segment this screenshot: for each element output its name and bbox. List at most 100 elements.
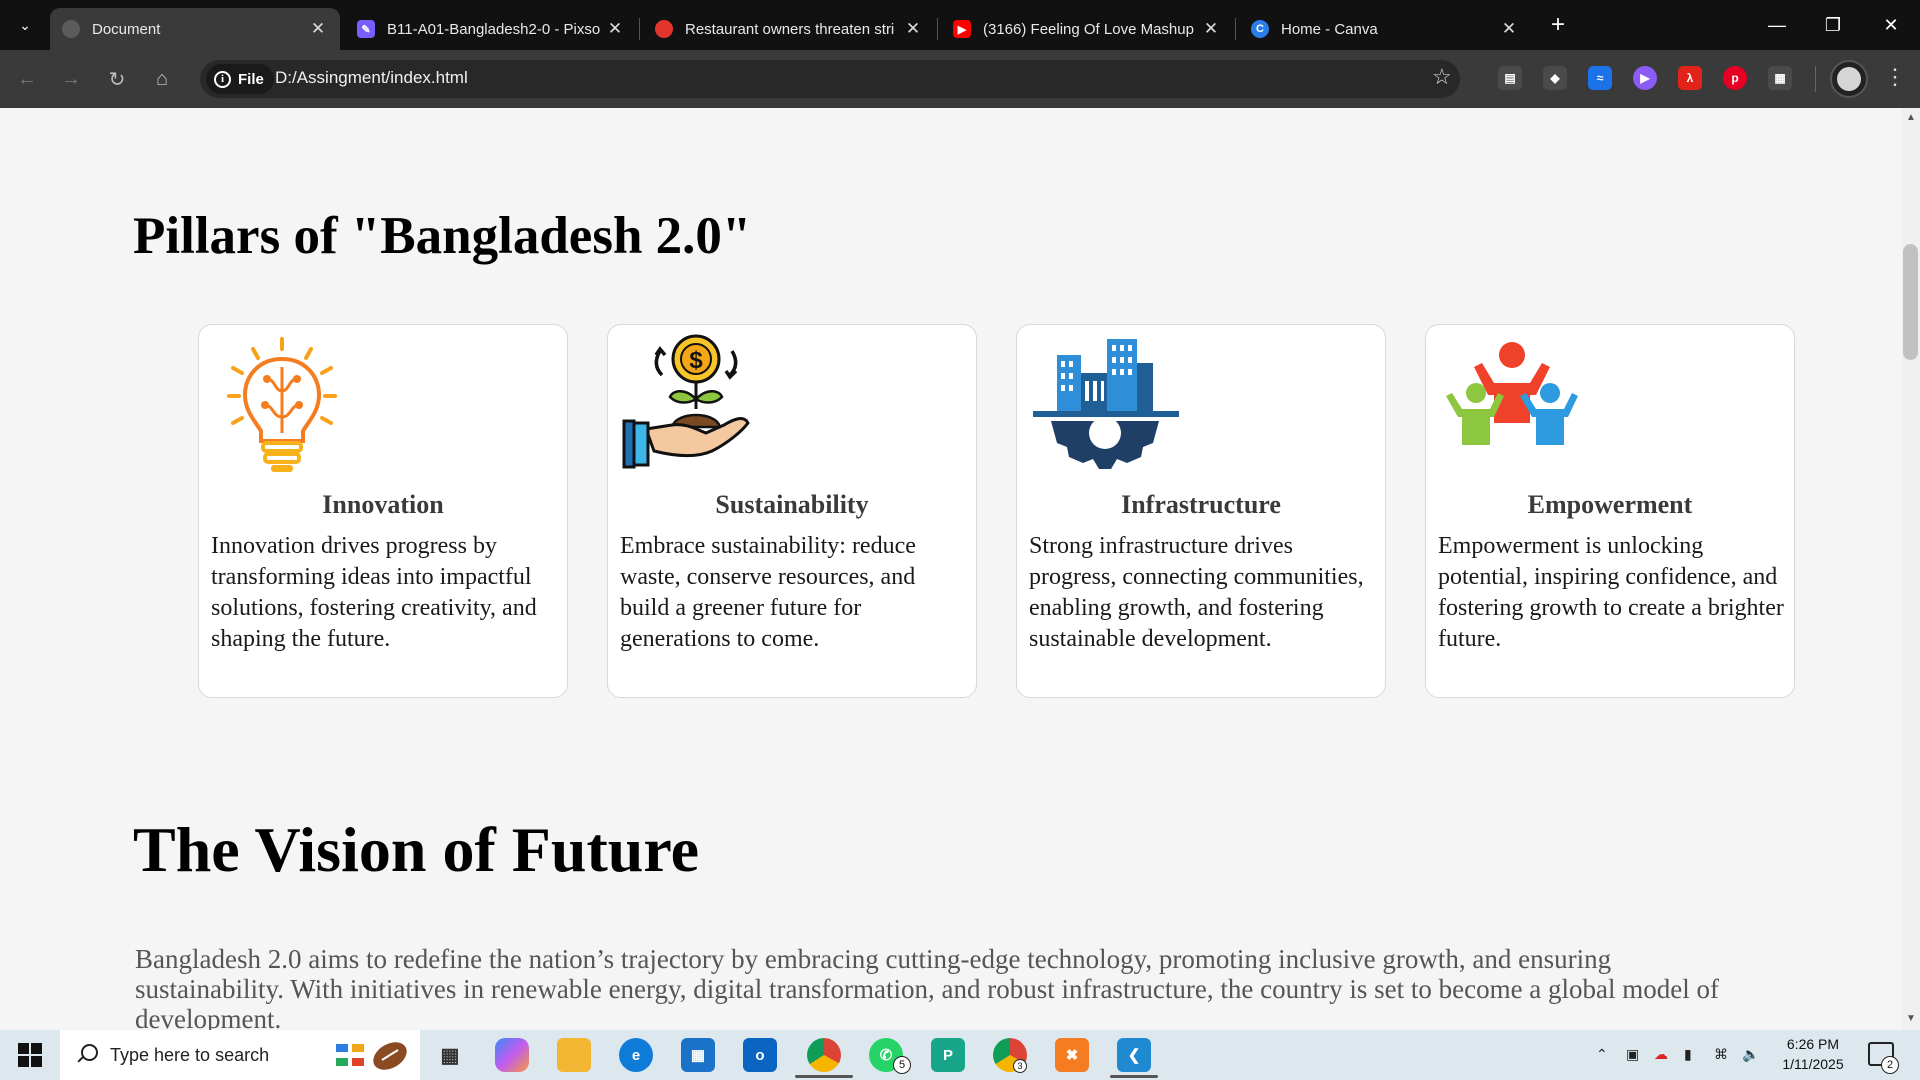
active-app-indicator	[795, 1075, 853, 1078]
scheme-label: File	[238, 70, 264, 88]
tab-title: (3166) Feeling Of Love Mashup	[983, 20, 1194, 38]
wave-extension-icon[interactable]: ≈	[1588, 66, 1612, 90]
notification-count-badge: 2	[1881, 1056, 1899, 1074]
scroll-down-arrow-icon[interactable]: ▼	[1905, 1013, 1917, 1024]
minimize-icon[interactable]: —	[1752, 8, 1802, 42]
onedrive-error-icon[interactable]: ☁	[1654, 1046, 1668, 1063]
globe-icon	[62, 20, 80, 38]
vscode-icon[interactable]: ❮	[1117, 1038, 1151, 1072]
tab-news[interactable]: Restaurant owners threaten stri ✕	[643, 8, 935, 50]
forward-arrow-icon[interactable]: →	[56, 64, 86, 94]
close-window-icon[interactable]: ✕	[1866, 8, 1916, 42]
home-icon[interactable]: ⌂	[147, 64, 177, 94]
city-gear-icon	[1033, 339, 1179, 469]
vision-heading: The Vision of Future	[133, 814, 699, 885]
pillar-card-sustainability: $ Sustainability Embrace sustainability:…	[607, 324, 977, 698]
page-viewport: Pillars of "Bangladesh 2.0" Innovation I…	[0, 108, 1902, 1030]
show-hidden-icons-chevron-icon[interactable]: ⌃	[1596, 1046, 1608, 1063]
chrome-profile-badge: 3	[1013, 1059, 1027, 1073]
whatsapp-unread-badge: 5	[893, 1056, 911, 1074]
search-placeholder: Type here to search	[110, 1044, 270, 1065]
news-icon	[655, 20, 673, 38]
active-app-indicator	[1110, 1075, 1158, 1078]
back-arrow-icon[interactable]: ←	[12, 64, 42, 94]
info-icon: i	[214, 70, 231, 88]
translate-extension-icon[interactable]: ◆	[1543, 66, 1567, 90]
scroll-up-arrow-icon[interactable]: ▲	[1905, 112, 1917, 123]
card-description: Embrace sustainability: reduce waste, co…	[620, 533, 916, 652]
money-plant-hand-icon: $	[622, 334, 750, 469]
tab-youtube[interactable]: ▶ (3166) Feeling Of Love Mashup ✕	[941, 8, 1233, 50]
people-raised-arms-icon	[1446, 342, 1578, 445]
tab-divider	[1235, 18, 1236, 40]
tab-title: Home - Canva	[1281, 20, 1378, 38]
pillars-heading: Pillars of "Bangladesh 2.0"	[133, 207, 752, 265]
url-text[interactable]: D:/Assingment/index.html	[275, 68, 468, 88]
taskbar-search-box[interactable]: Type here to search	[60, 1030, 420, 1080]
wifi-icon[interactable]: ⌘	[1714, 1046, 1728, 1063]
vision-paragraph: Bangladesh 2.0 aims to redefine the nati…	[135, 944, 1720, 1030]
pinterest-extension-icon[interactable]: p	[1723, 66, 1747, 90]
tab-canva[interactable]: C Home - Canva ✕	[1239, 8, 1531, 50]
card-title: Sustainability	[715, 490, 869, 519]
volume-icon[interactable]: 🔈	[1742, 1046, 1759, 1063]
pillar-card-infrastructure: Infrastructure Strong infrastructure dri…	[1016, 324, 1386, 698]
battery-icon[interactable]: ▮	[1684, 1046, 1692, 1063]
tab-title: B11-A01-Bangladesh2-0 - Pixso	[387, 20, 601, 38]
lightbulb-brain-icon	[227, 337, 337, 472]
card-title: Innovation	[322, 490, 444, 519]
taskbar-clock[interactable]: 6:26 PM 1/11/2025	[1768, 1034, 1858, 1074]
restore-icon[interactable]: ❐	[1808, 8, 1858, 42]
task-view-icon[interactable]: ▦	[433, 1038, 467, 1072]
windows-start-icon[interactable]	[18, 1043, 42, 1067]
clock-date: 1/11/2025	[1782, 1056, 1844, 1072]
card-description: Empowerment is unlocking potential, insp…	[1438, 533, 1784, 652]
toolbar-divider	[1815, 66, 1816, 92]
copilot-icon[interactable]	[495, 1038, 529, 1072]
search-icon	[76, 1044, 98, 1066]
site-info-chip[interactable]: i File	[206, 64, 274, 94]
profile-avatar[interactable]	[1830, 60, 1868, 98]
close-tab-icon[interactable]: ✕	[1499, 19, 1519, 39]
new-tab-button[interactable]: +	[1543, 10, 1573, 40]
close-tab-icon[interactable]: ✕	[308, 19, 328, 39]
card-description: Strong infrastructure drives progress, c…	[1029, 533, 1364, 652]
tab-search-chevron-icon[interactable]: ⌄	[12, 12, 38, 38]
reading-mode-icon[interactable]: ▤	[1498, 66, 1522, 90]
close-tab-icon[interactable]: ✕	[605, 19, 625, 39]
tab-title: Document	[92, 20, 161, 38]
card-description: Innovation drives progress by transformi…	[211, 533, 537, 652]
tab-document[interactable]: Document ✕	[50, 8, 340, 50]
pdf-extension-icon[interactable]: λ	[1678, 66, 1702, 90]
tab-divider	[639, 18, 640, 40]
pillar-card-innovation: Innovation Innovation drives progress by…	[198, 324, 568, 698]
pillar-card-empowerment: Empowerment Empowerment is unlocking pot…	[1425, 324, 1795, 698]
youtube-icon: ▶	[953, 20, 971, 38]
scrollbar-thumb[interactable]	[1903, 244, 1918, 360]
card-title: Infrastructure	[1121, 490, 1281, 519]
kebab-menu-icon[interactable]: ⋮	[1884, 64, 1906, 90]
edge-icon[interactable]: e	[619, 1038, 653, 1072]
player-extension-icon[interactable]: ▶	[1633, 66, 1657, 90]
xampp-icon[interactable]: ✖	[1055, 1038, 1089, 1072]
chrome-icon[interactable]	[807, 1038, 841, 1072]
tab-divider	[937, 18, 938, 40]
close-tab-icon[interactable]: ✕	[1201, 19, 1221, 39]
puzzle-extensions-icon[interactable]: ▦	[1768, 66, 1792, 90]
pixso-icon: ✎	[357, 20, 375, 38]
phone-link-icon[interactable]: ▣	[1626, 1046, 1639, 1063]
svg-text:$: $	[689, 347, 703, 374]
microsoft-store-icon[interactable]: ▦	[681, 1038, 715, 1072]
close-tab-icon[interactable]: ✕	[903, 19, 923, 39]
tab-title: Restaurant owners threaten stri	[685, 20, 895, 38]
card-title: Empowerment	[1527, 490, 1693, 519]
reload-icon[interactable]: ↻	[102, 64, 132, 94]
bookmark-star-icon[interactable]: ☆	[1432, 64, 1452, 90]
file-explorer-icon[interactable]	[557, 1038, 591, 1072]
clock-time: 6:26 PM	[1786, 1036, 1840, 1052]
outlook-icon[interactable]: o	[743, 1038, 777, 1072]
search-highlight-icon[interactable]	[332, 1038, 412, 1072]
canva-icon: C	[1251, 20, 1269, 38]
tab-pixso[interactable]: ✎ B11-A01-Bangladesh2-0 - Pixso ✕	[345, 8, 637, 50]
pycharm-icon[interactable]: P	[931, 1038, 965, 1072]
